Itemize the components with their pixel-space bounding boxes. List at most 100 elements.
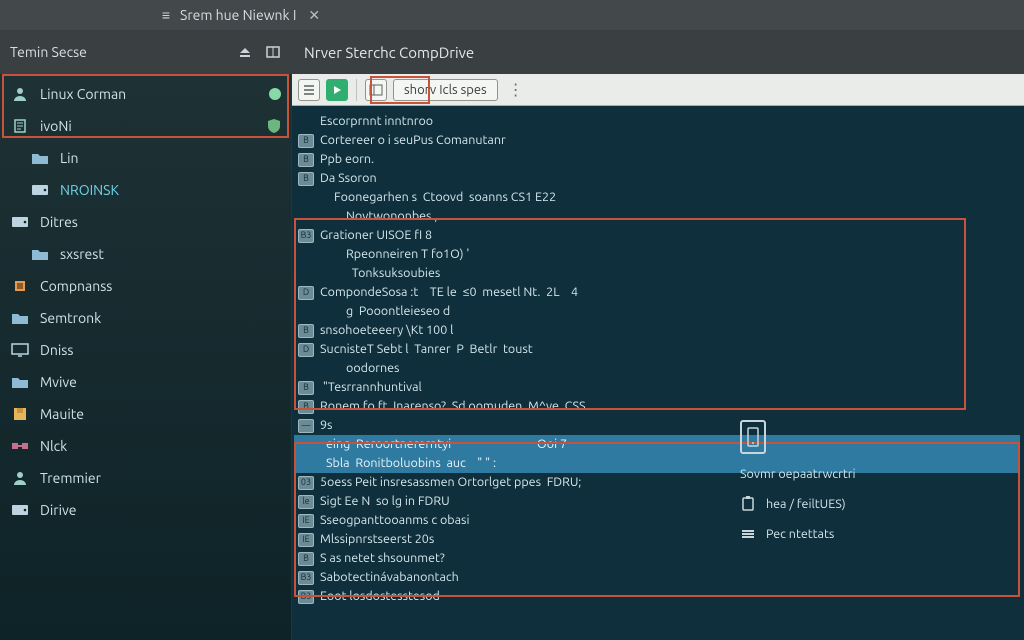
sidebar-item[interactable]: Lin [0, 142, 291, 174]
terminal-line[interactable]: Novtwononbes , [294, 207, 1020, 226]
sidebar-item[interactable]: Linux Corman [0, 78, 291, 110]
line-badge: B [298, 172, 314, 186]
tab-label[interactable]: shorv Icls spes [393, 79, 498, 101]
terminal-line[interactable]: B Ronem fo ft Inarenso? Sd oomuden M^ve C… [294, 397, 1020, 416]
sidebar-item[interactable]: Mvive [0, 366, 291, 398]
terminal-line[interactable]: B Cortereer o i seuPus Comanutanr [294, 131, 1020, 150]
right-panel-text: hea / feiltUES) [766, 497, 846, 511]
chip-icon [10, 278, 30, 294]
line-badge: IE [298, 514, 314, 528]
line-text: Rpeonneiren T fo1O) ' [346, 245, 469, 264]
line-text: eing Reroortnererntyi Ooi 7 [326, 435, 567, 454]
sidebar-item-label: Dirive [40, 502, 77, 518]
terminal-wrap: Escorprnnt inntnroo B Cortereer o i seuPus… [292, 106, 1024, 640]
doc-icon [10, 118, 30, 134]
status-dot-icon [269, 88, 281, 100]
disk-icon [10, 406, 30, 422]
sidebar-item[interactable]: Dniss [0, 334, 291, 366]
line-text: oodornes [346, 359, 399, 378]
line-text: Ronem fo ft Inarenso? Sd oomuden M^ve CS… [320, 397, 586, 416]
line-badge: B [298, 400, 314, 414]
tabbar: shorv Icls spes ⋮ [292, 74, 1024, 106]
sidebar-item-label: Semtronk [40, 310, 101, 326]
sidebar-item[interactable]: Dirive [0, 494, 291, 526]
sidebar-item-label: sxsrest [60, 246, 104, 262]
folder-icon [30, 246, 50, 262]
terminal-line[interactable]: B "Tesrrannhuntival [294, 378, 1020, 397]
terminal[interactable]: Escorprnnt inntnroo B Cortereer o i seuPus… [292, 106, 1024, 640]
sidebar-item[interactable]: Nlck [0, 430, 291, 462]
line-text: Grationer UISOE fI 8 [320, 226, 432, 245]
line-text: Mlssipnrstseerst 20s [320, 530, 434, 549]
terminal-line[interactable]: oodornes [294, 359, 1020, 378]
sidebar-item[interactable]: Tremmier [0, 462, 291, 494]
line-text: Cortereer o i seuPus Comanutanr [320, 131, 506, 150]
line-text: Sigt Ee N so lg in FDRU [320, 492, 450, 511]
main: Linux Corman ivoNi Lin NROINSK Ditres sxsrest… [0, 74, 1024, 640]
right-panel-text: Pec ntettats [766, 527, 834, 541]
sidebar-item[interactable]: ivoNi [0, 110, 291, 142]
line-badge: — [298, 419, 314, 433]
line-text: 5oess Peit insresassmen Ortorlget ppes F… [320, 473, 581, 492]
right-panel-row-1[interactable]: Sovmr oepaatrwcrtri [736, 464, 1006, 484]
tab-icon-list[interactable] [298, 79, 320, 101]
terminal-line[interactable]: DSucnisteT Sebt l Tanrer P Betlr toust [294, 340, 1020, 359]
right-panel-row-3[interactable]: Pec ntettats [736, 524, 1006, 544]
terminal-line[interactable]: B3Grationer UISOE fI 8 [294, 226, 1020, 245]
sidebar-item[interactable]: Semtronk [0, 302, 291, 334]
right-panel: Sovmr oepaatrwcrtri hea / feiltUES) Pec … [736, 420, 1006, 554]
sidebar-item[interactable]: sxsrest [0, 238, 291, 270]
tab-overflow-icon[interactable]: ⋮ [504, 80, 524, 99]
eject-icon[interactable] [236, 45, 254, 59]
drive-icon [30, 182, 50, 198]
sidebar-item[interactable]: Compnanss [0, 270, 291, 302]
panel-icon[interactable] [264, 45, 282, 59]
folder-icon [10, 374, 30, 390]
line-text: S as netet shsounmet? [320, 549, 445, 568]
line-text: Escorprnnt inntnroo [320, 112, 433, 131]
sidebar-item[interactable]: Mauite [0, 398, 291, 430]
content: shorv Icls spes ⋮ Escorprnnt inntnroo B Co… [292, 74, 1024, 640]
line-badge: B [298, 153, 314, 167]
terminal-line[interactable]: DCompondeSosa :t TE le ≤0 mesetl Nt. 2L … [294, 283, 1020, 302]
folder-icon [30, 150, 50, 166]
tab-icon-run[interactable] [326, 79, 348, 101]
net-icon [10, 438, 30, 454]
header-right: Nrver Sterchc CompDrive [292, 30, 1024, 74]
terminal-line[interactable]: Foonegarhen s Ctoovd soanns CS1 E22 [294, 188, 1020, 207]
sidebar: Linux Corman ivoNi Lin NROINSK Ditres sxsrest… [0, 74, 292, 640]
right-panel-row-2[interactable]: hea / feiltUES) [736, 494, 1006, 514]
line-text: Foonegarhen s Ctoovd soanns CS1 E22 [334, 188, 556, 207]
sidebar-item[interactable]: Ditres [0, 206, 291, 238]
line-badge: D [298, 343, 314, 357]
sidebar-item-label: Linux Corman [40, 86, 126, 102]
tab-icon-panel[interactable] [365, 79, 387, 101]
terminal-line[interactable]: Escorprnnt inntnroo [294, 112, 1020, 131]
terminal-line[interactable]: B3Eoot losdostesstesod [294, 587, 1020, 606]
sidebar-item[interactable]: NROINSK [0, 174, 291, 206]
sidebar-item-label: Lin [60, 150, 79, 166]
device-icon[interactable] [740, 420, 766, 454]
line-text: Eoot losdostesstesod [320, 587, 440, 606]
terminal-line[interactable]: BPpb eorn. [294, 150, 1020, 169]
line-text: "Tesrrannhuntival [320, 378, 422, 397]
drive-icon [10, 502, 30, 518]
line-badge: B [298, 134, 314, 148]
stack-icon [740, 526, 756, 542]
line-text: Tonksuksoubies [346, 264, 440, 283]
tab-separator [356, 79, 357, 101]
terminal-line[interactable]: Tonksuksoubies [294, 264, 1020, 283]
sidebar-item-label: Ditres [40, 214, 78, 230]
terminal-line[interactable]: Bsnsohoeteeery \Kt 100 l [294, 321, 1020, 340]
line-text: Sabotectinávabanontach [320, 568, 459, 587]
menu-icon[interactable]: ≡ [160, 7, 172, 23]
terminal-line[interactable]: BDa Ssoron [294, 169, 1020, 188]
line-text: Sbla Ronitboluobins auc " " : [326, 454, 496, 473]
user-icon [10, 86, 30, 102]
terminal-line[interactable]: Rpeonneiren T fo1O) ' [294, 245, 1020, 264]
close-icon[interactable]: ✕ [308, 7, 320, 24]
shield-icon [267, 118, 281, 134]
terminal-line[interactable]: B3Sabotectinávabanontach [294, 568, 1020, 587]
drive-icon [10, 214, 30, 230]
terminal-line[interactable]: g Pooontleieseo d [294, 302, 1020, 321]
